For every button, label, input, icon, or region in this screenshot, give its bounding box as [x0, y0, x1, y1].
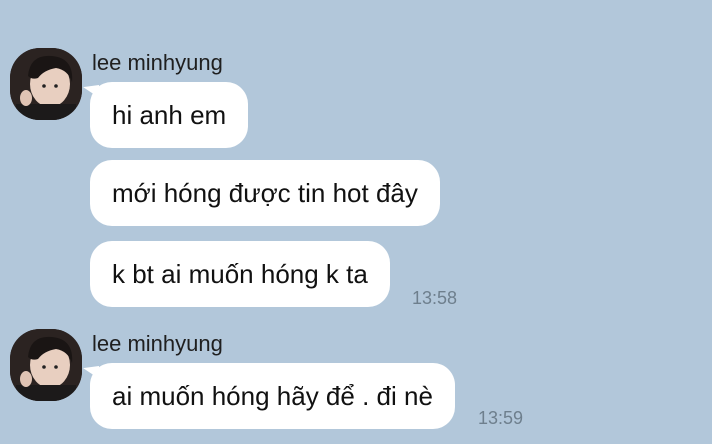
sender-avatar[interactable] [10, 48, 82, 120]
avatar-photo-icon [10, 329, 82, 401]
message-bubble[interactable]: hi anh em [90, 82, 249, 148]
sender-avatar[interactable] [10, 329, 82, 401]
message-timestamp: 13:58 [412, 288, 458, 308]
sender-name: lee minhyung [92, 50, 223, 75]
message-bubble[interactable]: mới hóng được tin hot đây [90, 160, 440, 226]
sender-name: lee minhyung [92, 331, 223, 356]
message-timestamp: 13:59 [478, 408, 524, 428]
message-bubble[interactable]: k bt ai muốn hóng k ta [90, 241, 390, 307]
avatar-photo-icon [10, 48, 82, 120]
chat-area: lee minhyung hi anh em mới hóng được tin… [0, 0, 712, 444]
message-bubble[interactable]: ai muốn hóng hãy để . đi nè [90, 363, 455, 429]
